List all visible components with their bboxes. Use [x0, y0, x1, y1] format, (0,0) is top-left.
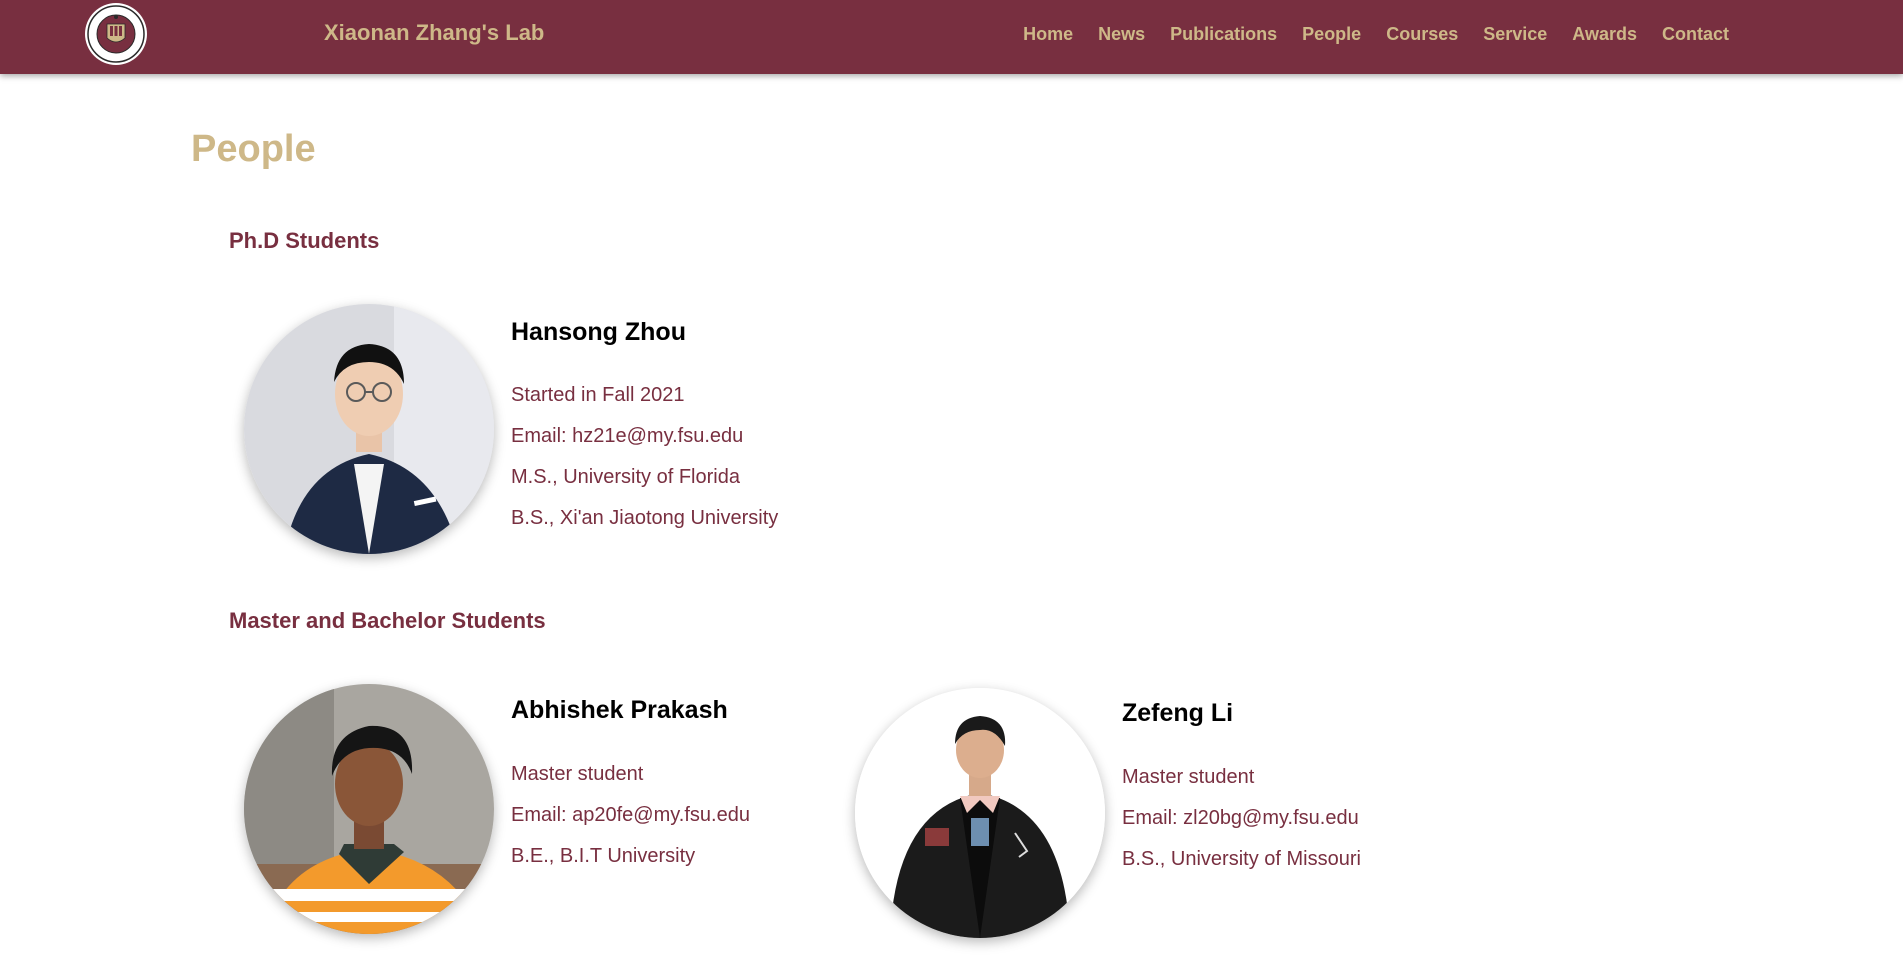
- nav-courses[interactable]: Courses: [1386, 24, 1458, 45]
- person-degree-bs: B.S., University of Missouri: [1122, 848, 1361, 870]
- person-email: Email: ap20fe@my.fsu.edu: [511, 804, 750, 826]
- nav-publications[interactable]: Publications: [1170, 24, 1277, 45]
- person-program: Master student: [511, 763, 644, 785]
- person-name: Zefeng Li: [1122, 699, 1234, 727]
- person-email: Email: zl20bg@my.fsu.edu: [1122, 807, 1359, 829]
- person-start-date: Started in Fall 2021: [511, 384, 685, 406]
- nav-people[interactable]: People: [1302, 24, 1361, 45]
- person-email: Email: hz21e@my.fsu.edu: [511, 425, 744, 447]
- portrait-photo: [244, 304, 494, 554]
- person-name: Hansong Zhou: [511, 318, 686, 346]
- nav-awards[interactable]: Awards: [1572, 24, 1637, 45]
- page-title: People: [191, 128, 316, 170]
- fsu-seal-icon[interactable]: [84, 2, 148, 66]
- person-program: Master student: [1122, 766, 1255, 788]
- person-degree-bs: B.S., Xi'an Jiaotong University: [511, 507, 779, 529]
- main-nav: Home News Publications People Courses Se…: [1023, 24, 1729, 45]
- section-heading-master-bachelor: Master and Bachelor Students: [229, 608, 546, 633]
- portrait-photo: [244, 684, 494, 934]
- nav-contact[interactable]: Contact: [1662, 24, 1729, 45]
- lab-brand-link[interactable]: Xiaonan Zhang's Lab: [324, 20, 544, 46]
- portrait-photo: [855, 688, 1105, 938]
- nav-service[interactable]: Service: [1483, 24, 1547, 45]
- person-name: Abhishek Prakash: [511, 696, 728, 724]
- section-heading-phd: Ph.D Students: [229, 228, 380, 253]
- person-degree-be: B.E., B.I.T University: [511, 845, 696, 867]
- person-degree-ms: M.S., University of Florida: [511, 466, 740, 488]
- nav-home[interactable]: Home: [1023, 24, 1073, 45]
- top-navbar: Xiaonan Zhang's Lab Home News Publicatio…: [0, 0, 1903, 74]
- nav-news[interactable]: News: [1098, 24, 1145, 45]
